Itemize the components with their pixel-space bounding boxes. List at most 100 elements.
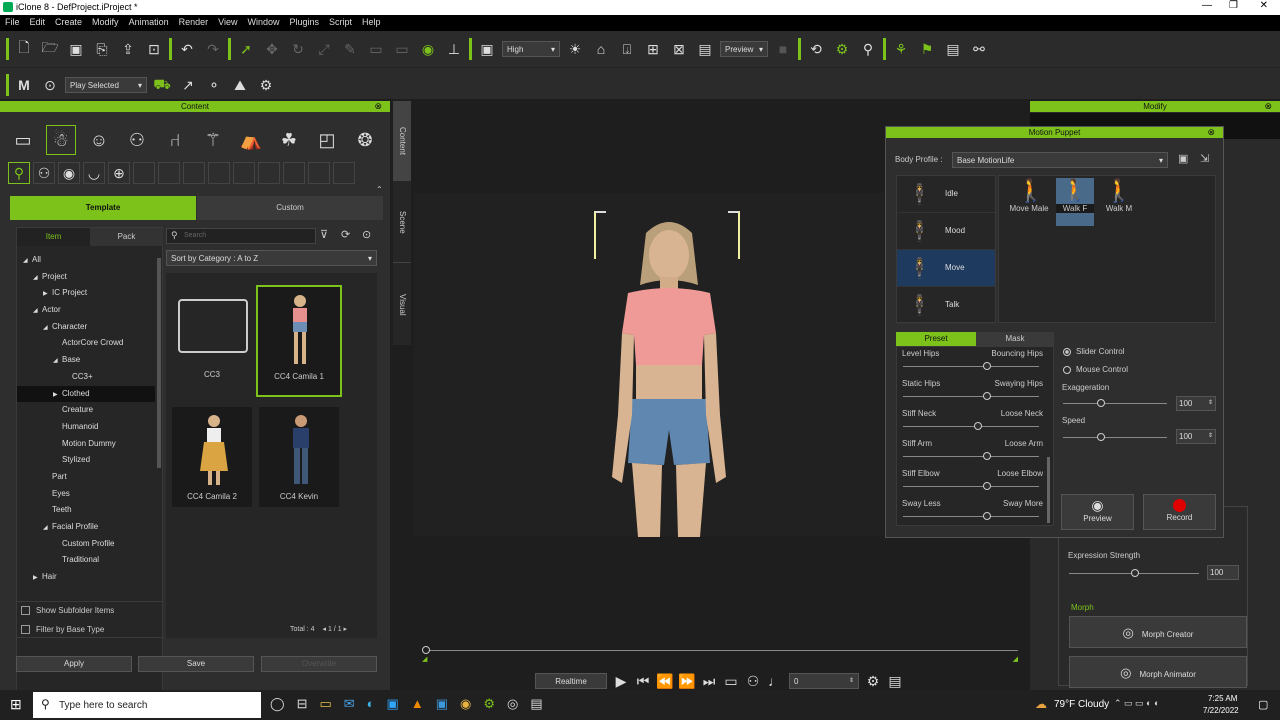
app-icon[interactable]: ◎ xyxy=(507,696,518,712)
tree-arrow-icon[interactable]: ◢ xyxy=(33,303,42,320)
actor-icon[interactable]: ☃ xyxy=(46,125,76,155)
save-profile-icon[interactable]: ▣ xyxy=(1178,152,1188,165)
move-icon[interactable]: ✥ xyxy=(261,38,283,60)
prev-page-icon[interactable]: ◂ xyxy=(322,626,326,633)
puppet-category-item[interactable]: 🕴 Mood xyxy=(897,213,995,250)
tree-node[interactable]: Eyes xyxy=(17,486,155,503)
side-tab-content[interactable]: Content xyxy=(393,101,411,181)
slider-knob[interactable] xyxy=(983,392,992,400)
speaker-icon[interactable]: ⚇ xyxy=(745,670,761,692)
play-mode-dropdown[interactable]: Play Selected ▾ xyxy=(65,77,147,93)
drop-to-floor-icon[interactable]: ⍗ xyxy=(616,38,638,60)
tree-arrow-icon[interactable]: ◢ xyxy=(23,253,32,270)
tree-node[interactable]: Stylized xyxy=(17,452,155,469)
tree-arrow-icon[interactable]: ◢ xyxy=(33,270,42,287)
rewind-icon[interactable]: ⏪ xyxy=(656,670,673,692)
redo-icon[interactable]: ↷ xyxy=(202,38,224,60)
usd-icon[interactable]: ⊡ xyxy=(143,38,165,60)
photoshop-icon[interactable]: ▣ xyxy=(387,696,399,712)
preset-slider[interactable] xyxy=(903,452,1039,460)
sort-dropdown[interactable]: Sort by Category : A to Z ▾ xyxy=(166,250,377,266)
select-arrow-icon[interactable]: ➚ xyxy=(235,38,257,60)
slider-knob[interactable] xyxy=(1131,569,1139,577)
library-item[interactable]: CC4 Kevin xyxy=(259,407,339,507)
maximize-icon[interactable]: ❐ xyxy=(1229,0,1238,11)
library-item[interactable]: CC4 Camila 1 xyxy=(256,285,342,397)
menu-plugins[interactable]: Plugins xyxy=(285,15,325,29)
tree-node[interactable]: ◢ Actor xyxy=(17,302,155,319)
overwrite-button[interactable]: Overwrite xyxy=(261,656,377,672)
tree-node[interactable]: ActorCore Crowd xyxy=(17,335,155,352)
tab-mask[interactable]: Mask xyxy=(976,332,1054,346)
tree-node[interactable]: CC3+ xyxy=(17,369,155,386)
preset-slider[interactable] xyxy=(903,422,1039,430)
menu-create[interactable]: Create xyxy=(50,15,87,29)
folder-icon[interactable]: ▭ xyxy=(8,125,38,155)
motion-item-move-male[interactable]: 🚶 Move Male xyxy=(1009,178,1051,226)
camera-icon[interactable]: ◰ xyxy=(312,125,342,155)
notifications-icon[interactable]: ▢ xyxy=(1258,698,1268,711)
show-subfolder-checkbox[interactable]: Show Subfolder Items xyxy=(21,606,114,616)
timeline-playhead[interactable] xyxy=(422,646,430,654)
taskbar-search[interactable]: ⚲ Type here to search xyxy=(33,692,261,718)
loop-icon[interactable]: ▭ xyxy=(723,670,739,692)
motion-item-walk-f[interactable]: 🚶 Walk F xyxy=(1056,178,1094,226)
outfit-icon[interactable]: ⚇ xyxy=(33,162,55,184)
edge-browser-icon[interactable]: ◐ xyxy=(367,696,375,712)
clipboard-icon[interactable]: ▤ xyxy=(942,38,964,60)
tree-node[interactable]: ▶ IC Project xyxy=(17,285,155,302)
vscode-icon[interactable]: ▣ xyxy=(436,696,448,712)
chair-icon[interactable]: ⑁ xyxy=(160,125,190,155)
slider-control-radio[interactable]: Slider Control xyxy=(1063,347,1124,356)
search-input[interactable]: ⚲ Search xyxy=(166,228,316,244)
spinner-icon[interactable]: ⇕ xyxy=(1208,399,1213,406)
record-button[interactable]: Record xyxy=(1143,494,1216,530)
frame-input[interactable]: 0 ⇕ xyxy=(789,673,859,689)
light-icon[interactable]: ☀ xyxy=(564,38,586,60)
options-icon[interactable]: ⊙ xyxy=(362,228,371,241)
snap-layout-icon[interactable]: ⊟ xyxy=(297,696,308,712)
camera-icon[interactable]: ■ xyxy=(772,38,794,60)
pick-icon[interactable]: ✎ xyxy=(339,38,361,60)
rotate-icon[interactable]: ↻ xyxy=(287,38,309,60)
media-icon[interactable]: ❂ xyxy=(350,125,380,155)
menu-render[interactable]: Render xyxy=(174,15,214,29)
expression-value-field[interactable]: 100 xyxy=(1207,565,1239,580)
menu-modify[interactable]: Modify xyxy=(87,15,124,29)
cloth-icon[interactable]: ⚇ xyxy=(122,125,152,155)
tree-arrow-icon[interactable]: ◢ xyxy=(43,320,52,337)
menu-animation[interactable]: Animation xyxy=(124,15,174,29)
body-icon[interactable]: ⚲ xyxy=(8,162,30,184)
mail-icon[interactable]: ✉ xyxy=(344,696,355,712)
preview-dropdown[interactable]: Preview ▾ xyxy=(720,41,768,57)
puppet-icon[interactable]: ⚙ xyxy=(831,38,853,60)
morph-creator-button[interactable]: ◎ Morph Creator xyxy=(1069,616,1247,648)
start-marker-icon[interactable]: ◢ xyxy=(422,655,427,663)
library-item[interactable]: CC4 Camila 2 xyxy=(172,407,252,507)
save-icon[interactable]: ▣ xyxy=(65,38,87,60)
load-profile-icon[interactable]: ⇲ xyxy=(1200,152,1209,165)
stage-icon[interactable]: ⛺ xyxy=(236,125,266,155)
slider-knob[interactable] xyxy=(1097,433,1105,441)
system-tray-icons[interactable]: ⌃ ▭ ▭ ◐ ◐ xyxy=(1114,698,1159,709)
eye-icon[interactable]: ◉ xyxy=(58,162,80,184)
tree-node[interactable]: Teeth xyxy=(17,502,155,519)
library-item[interactable]: CC3 xyxy=(172,285,252,385)
tree-icon[interactable]: ☘ xyxy=(274,125,304,155)
vehicle-icon[interactable]: ⛟ xyxy=(151,74,173,96)
close-icon[interactable]: ⊗ xyxy=(374,101,382,112)
spinner-icon[interactable]: ⇕ xyxy=(849,677,854,684)
flag-icon[interactable]: ⚑ xyxy=(916,38,938,60)
viewport[interactable] xyxy=(414,193,884,537)
tree-node[interactable]: Humanoid xyxy=(17,419,155,436)
save-button[interactable]: Save xyxy=(138,656,254,672)
realtime-dropdown[interactable]: Realtime xyxy=(535,673,607,689)
tree-node[interactable]: ◢ Project xyxy=(17,269,155,286)
motion-director-icon[interactable]: M xyxy=(13,74,35,96)
slider-knob[interactable] xyxy=(983,512,992,520)
timeline-editor-icon[interactable]: ▤ xyxy=(887,670,903,692)
settings-icon[interactable]: ⚙ xyxy=(865,670,881,692)
motion-icon[interactable]: ⚚ xyxy=(198,125,228,155)
tree-node[interactable]: ◢ Base xyxy=(17,352,155,369)
tree-node[interactable]: Motion Dummy xyxy=(17,436,155,453)
